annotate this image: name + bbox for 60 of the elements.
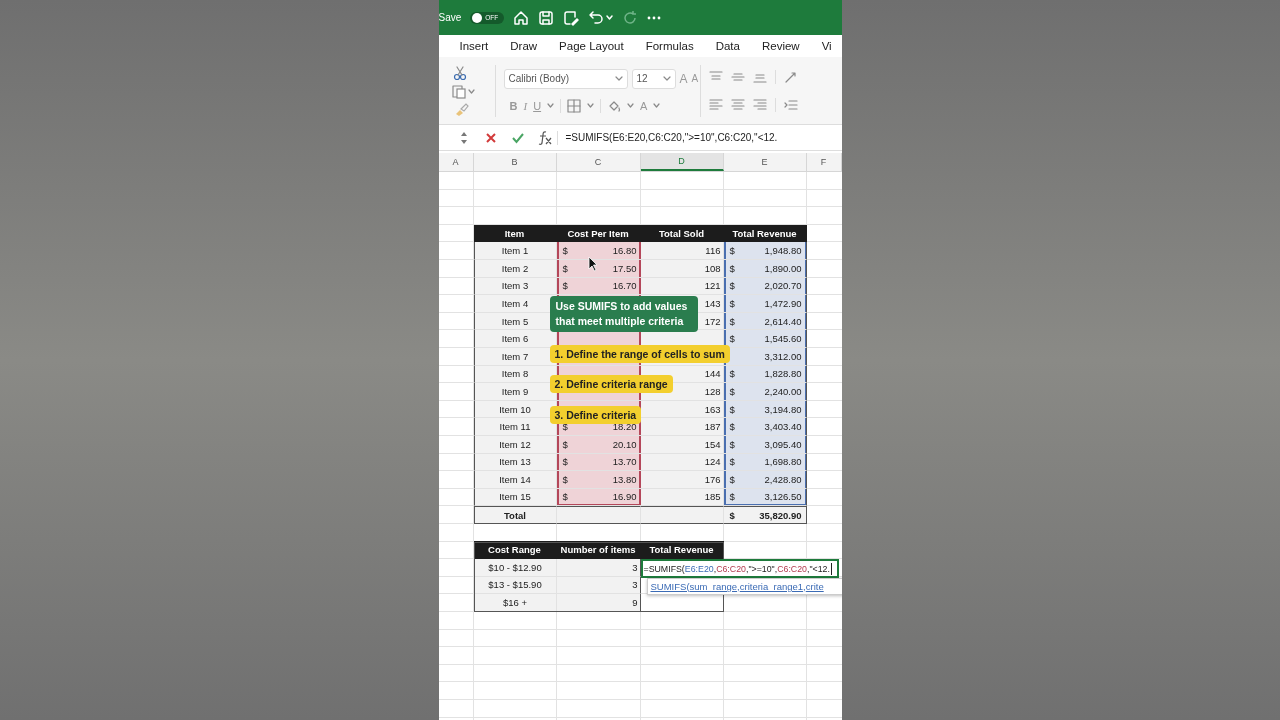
ribbon-tab[interactable]: Draw bbox=[510, 40, 538, 52]
font-dropdown[interactable]: Calibri (Body) bbox=[503, 68, 628, 89]
ribbon-tab[interactable]: Formulas bbox=[645, 40, 694, 52]
column-header[interactable]: C bbox=[556, 153, 641, 171]
table-cell: Item 4 bbox=[473, 295, 557, 313]
column-heading: Total Sold bbox=[640, 224, 724, 243]
table-cell: Item 1 bbox=[473, 242, 557, 260]
table-cell: $ 2,614.40 bbox=[723, 312, 807, 331]
table-cell: $ 1,948.80 bbox=[723, 242, 807, 260]
formula-input[interactable]: =SUMIFS(E6:E20,C6:C20,">=10",C6:C20,"<12. bbox=[565, 132, 778, 143]
table-cell: 9 bbox=[556, 594, 641, 612]
callout-label: Use SUMIFS to add values that meet multiple criteria bbox=[549, 296, 698, 332]
table-cell: $ 1,698.80 bbox=[723, 453, 807, 472]
table-cell: $ 35,820.90 bbox=[723, 506, 807, 524]
ribbon-tab[interactable]: Insert bbox=[459, 40, 489, 52]
ribbon-tab[interactable]: Page Layout bbox=[559, 40, 624, 52]
column-header[interactable]: D bbox=[640, 153, 724, 171]
table-cell: 116 bbox=[640, 242, 724, 260]
table-cell: $ 20.10 bbox=[556, 435, 641, 454]
table-cell: $ 3,095.40 bbox=[723, 435, 807, 454]
table-cell: $ 2,240.00 bbox=[723, 383, 807, 401]
column-heading: Number of items bbox=[556, 541, 641, 560]
table-cell: Item 6 bbox=[473, 330, 557, 348]
font-size-dropdown[interactable]: 12 bbox=[631, 68, 676, 89]
column-header[interactable]: F bbox=[806, 153, 842, 171]
column-heading: Cost Per Item bbox=[556, 224, 641, 243]
column-heading: Total Revenue bbox=[640, 541, 724, 560]
callout-label: 1. Define the range of cells to sum bbox=[549, 345, 730, 363]
table-cell: $16 + bbox=[473, 594, 557, 612]
table-cell: $10 - $12.90 bbox=[473, 559, 557, 577]
table-cell: Item 14 bbox=[473, 471, 557, 489]
table-cell: $ 16.70 bbox=[556, 277, 641, 296]
table-cell: $ 13.80 bbox=[556, 471, 641, 489]
table-cell: $ 3,403.40 bbox=[723, 418, 807, 436]
table-cell: $ 3,194.80 bbox=[723, 400, 807, 419]
table-cell: Item 11 bbox=[473, 418, 557, 436]
column-heading: Cost Range bbox=[473, 541, 557, 560]
table-cell: $ 2,020.70 bbox=[723, 277, 807, 296]
table-cell: 176 bbox=[640, 471, 724, 489]
table-cell: $ 2,428.80 bbox=[723, 471, 807, 489]
ribbon-tab[interactable]: Review bbox=[761, 40, 800, 52]
table-cell: $ 1,828.80 bbox=[723, 365, 807, 384]
ribbon-tab[interactable]: Vi bbox=[821, 40, 832, 52]
column-heading: Item bbox=[473, 224, 557, 243]
ribbon-tab[interactable]: Data bbox=[715, 40, 740, 52]
column-header[interactable]: E bbox=[723, 153, 807, 171]
autosave-label: Save bbox=[438, 12, 462, 23]
table-cell: $ 13.70 bbox=[556, 453, 641, 472]
table-cell: 3 bbox=[556, 559, 641, 577]
column-header[interactable]: A bbox=[438, 153, 474, 171]
callout-label: 2. Define criteria range bbox=[549, 375, 673, 393]
table-cell: $ 1,890.00 bbox=[723, 259, 807, 278]
table-cell: Total bbox=[473, 506, 557, 524]
cell-editor[interactable]: =SUMIFS(E6:E20,C6:C20,">=10",C6:C20,"<12. bbox=[640, 559, 839, 578]
column-header[interactable]: B bbox=[473, 153, 557, 171]
callout-label: 3. Define criteria bbox=[549, 406, 642, 424]
table-cell: 187 bbox=[640, 418, 724, 436]
function-tooltip: SUMIFS(sum_range,criteria_range1,crite bbox=[646, 578, 842, 595]
table-cell: $ 1,472.90 bbox=[723, 295, 807, 313]
column-heading: Total Revenue bbox=[723, 224, 807, 243]
